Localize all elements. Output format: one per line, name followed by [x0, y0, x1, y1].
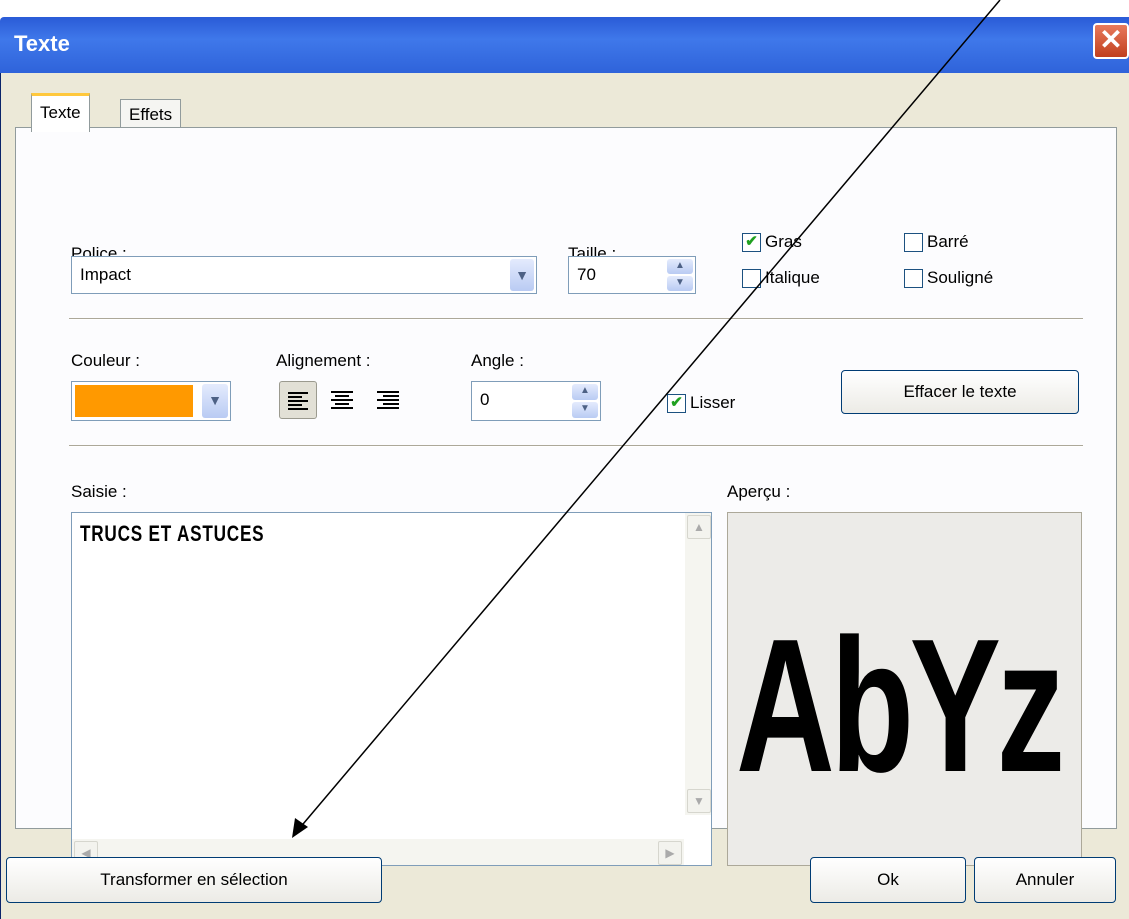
tab-effets[interactable]: Effets	[120, 99, 182, 130]
close-button[interactable]: ✕	[1093, 23, 1129, 59]
checkmark-icon: ✔	[670, 394, 683, 411]
lisser-label: Lisser	[690, 393, 736, 412]
gras-label: Gras	[765, 232, 802, 251]
souligne-checkbox[interactable]	[904, 269, 923, 288]
align-left-icon	[288, 392, 308, 410]
angle-input[interactable]: 0 ▲ ▼	[471, 381, 601, 421]
chevron-down-icon[interactable]: ▼	[202, 384, 228, 418]
italique-label: Italique	[765, 268, 820, 287]
taille-input[interactable]: 70 ▲ ▼	[568, 256, 696, 294]
police-value: Impact	[80, 265, 132, 284]
tab-texte[interactable]: Texte	[31, 93, 90, 132]
align-center-icon	[331, 391, 353, 409]
barre-label: Barré	[927, 232, 969, 251]
ok-button[interactable]: Ok	[810, 857, 966, 903]
couleur-picker[interactable]: ▼	[71, 381, 231, 421]
police-select[interactable]: Impact ▼	[71, 256, 537, 294]
apercu-label: Aperçu :	[727, 482, 791, 501]
window-title: Texte	[14, 31, 70, 56]
dialog-body: Texte Effets Police : Impact ▼ Taille : …	[0, 73, 1129, 919]
align-right-button[interactable]	[371, 381, 409, 419]
tab-panel: Police : Impact ▼ Taille : 70 ▲ ▼ ✔ Gras …	[15, 127, 1117, 866]
taille-spinner-icon[interactable]: ▲ ▼	[667, 259, 693, 291]
couleur-label: Couleur :	[71, 351, 140, 370]
separator	[69, 445, 1083, 447]
effacer-texte-button[interactable]: Effacer le texte	[841, 370, 1079, 414]
align-left-button[interactable]	[279, 381, 317, 419]
apercu-preview: AbYz	[727, 512, 1082, 866]
angle-label: Angle :	[471, 351, 524, 370]
close-icon: ✕	[1099, 24, 1123, 55]
chevron-down-icon[interactable]: ▼	[510, 259, 534, 291]
scroll-down-icon[interactable]: ▼	[687, 789, 711, 813]
saisie-text: TRUCS ET ASTUCES	[80, 521, 265, 546]
apercu-sample: AbYz	[736, 600, 1065, 812]
taille-value: 70	[577, 265, 596, 284]
annuler-button[interactable]: Annuler	[974, 857, 1116, 903]
checkmark-icon: ✔	[745, 233, 758, 250]
title-bar: Texte ✕	[0, 17, 1129, 73]
italique-checkbox[interactable]	[742, 269, 761, 288]
alignement-label: Alignement :	[276, 351, 371, 370]
angle-spinner-icon[interactable]: ▲ ▼	[572, 384, 598, 418]
angle-value: 0	[480, 390, 490, 409]
saisie-label: Saisie :	[71, 482, 127, 501]
tab-effets-label: Effets	[129, 105, 173, 124]
lisser-checkbox[interactable]: ✔	[667, 394, 686, 413]
barre-checkbox[interactable]	[904, 233, 923, 252]
souligne-label: Souligné	[927, 268, 994, 287]
transformer-selection-button[interactable]: Transformer en sélection	[6, 857, 382, 903]
separator	[69, 318, 1083, 320]
vertical-scrollbar[interactable]: ▲ ▼	[685, 513, 711, 815]
scroll-up-icon[interactable]: ▲	[687, 515, 711, 539]
saisie-textarea[interactable]: TRUCS ET ASTUCES ▲ ▼ ◀ ▶	[71, 512, 712, 866]
align-center-button[interactable]	[325, 381, 363, 419]
tab-texte-label: Texte	[40, 103, 81, 122]
scroll-right-icon[interactable]: ▶	[658, 841, 682, 865]
gras-checkbox[interactable]: ✔	[742, 233, 761, 252]
align-right-icon	[377, 391, 399, 409]
color-swatch	[75, 385, 193, 417]
